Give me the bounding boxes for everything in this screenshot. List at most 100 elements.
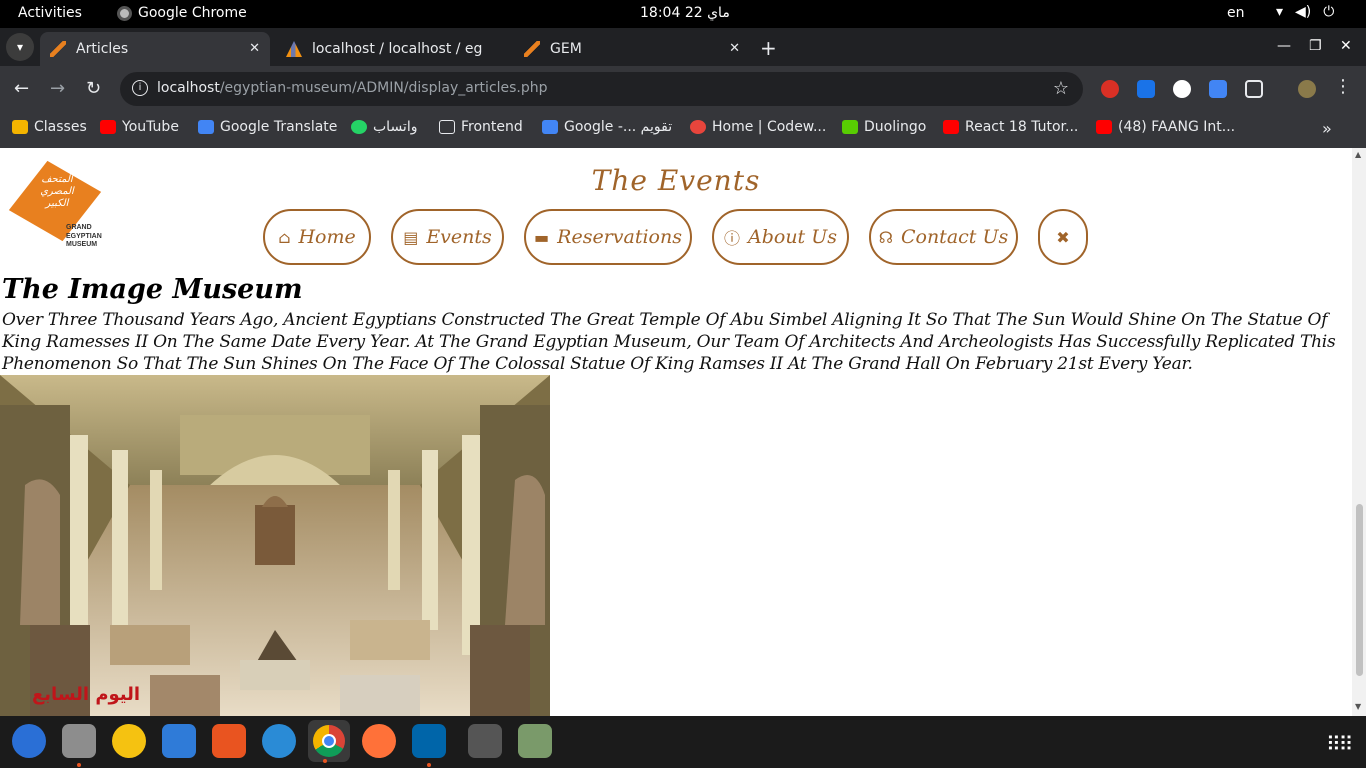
info-icon: ⓘ [723,229,740,248]
url-text[interactable]: localhost/egyptian-museum/ADMIN/display_… [157,80,548,96]
firefox-icon[interactable] [362,724,396,758]
nav-about-button[interactable]: ⓘ About Us [712,209,849,265]
museum-hall-photo: اليوم السابع [0,375,550,716]
activities-button[interactable]: Activities [18,5,82,21]
youtube-icon [1096,120,1112,134]
address-bar[interactable]: i localhost/egyptian-museum/ADMIN/displa… [120,72,1083,106]
thunderbird-icon[interactable] [12,724,46,758]
forward-arrow-icon[interactable]: → [50,78,65,99]
translate-icon [198,120,214,134]
system-tray[interactable]: ▾ ◀) ⏻ [1276,4,1334,20]
pen-favicon-icon [50,41,66,57]
app-name: Google Chrome [138,5,247,21]
keyboard-language[interactable]: en [1227,5,1245,21]
tab-title: GEM [550,41,582,57]
volume-icon: ◀) [1295,4,1312,20]
page-scrollbar[interactable]: ▲ ▼ [1352,148,1366,716]
scroll-down-icon[interactable]: ▼ [1355,702,1361,711]
reload-icon[interactable]: ↻ [86,78,101,99]
system-top-bar: Activities Google Chrome ماي 22 18:04 en… [0,0,1366,28]
back-arrow-icon[interactable]: ← [14,78,29,99]
ubuntu-dock: ⠿⠿ [0,716,1366,768]
bookmark-item[interactable]: Home | Codew... [690,119,826,135]
duolingo-icon [842,120,858,134]
calendar-icon [542,120,558,134]
writer-icon[interactable] [162,724,196,758]
more-bookmarks-icon[interactable]: » [1322,119,1332,138]
chrome-icon [117,5,132,21]
wifi-icon: ▾ [1276,4,1284,20]
bookmark-item[interactable]: React 18 Tutor... [943,119,1078,135]
close-window-button[interactable]: ✕ [1340,38,1352,54]
home-icon: ⌂ [278,227,291,247]
youtube-icon [943,120,959,134]
logo-english-text: GRAND EGYPTIAN MUSEUM [66,224,102,248]
profile-avatar[interactable] [1298,80,1316,98]
article-title: The Image Museum [2,274,303,305]
tab-phpmyadmin[interactable]: localhost / localhost / eg [276,32,512,66]
bookmark-star-icon[interactable]: ☆ [1053,78,1069,99]
nav-contact-button[interactable]: ☊ Contact Us [869,209,1018,265]
tab-gem[interactable]: GEM ✕ [514,32,750,66]
nav-home-button[interactable]: ⌂ Home [263,209,371,265]
close-tab-icon[interactable]: ✕ [729,41,740,56]
page-heading: The Events [591,164,761,197]
bookmark-item[interactable]: واتساب [351,119,417,135]
chrome-dock-icon[interactable] [308,720,350,763]
site-info-icon[interactable]: i [132,80,148,96]
new-tab-button[interactable]: + [760,36,777,60]
extension-icon[interactable] [1173,80,1191,98]
bookmark-folder[interactable]: Frontend [439,119,523,135]
vscode-icon[interactable] [412,724,446,767]
bookmark-item[interactable]: (48) FAANG Int... [1096,119,1235,135]
page-viewport: المتحف المصري الكبير GRAND EGYPTIAN MUSE… [0,148,1352,716]
nav-events-button[interactable]: ▤ Events [391,209,504,265]
youtube-icon [100,120,116,134]
app-menu[interactable]: Google Chrome [117,5,247,21]
phpmyadmin-favicon-icon [286,41,302,57]
extension-icon[interactable] [1101,80,1119,98]
tab-title: localhost / localhost / eg [312,41,482,57]
newspaper-icon: ▤ [403,227,419,247]
tab-search-button[interactable]: ▾ [6,33,34,61]
bookmark-item[interactable]: Google -... تقويم [542,119,672,135]
files-icon[interactable] [62,724,96,767]
clock[interactable]: ماي 22 18:04 [640,5,730,21]
pen-favicon-icon [524,41,540,57]
nav-reservations-button[interactable]: ▬ Reservations [524,209,692,265]
translate-extension-icon[interactable] [1209,80,1227,98]
article-image-museum-hall: اليوم السابع [0,375,550,716]
scroll-up-icon[interactable]: ▲ [1355,150,1361,159]
bookmark-item[interactable]: Classes [12,119,87,135]
ticket-icon: ▬ [534,227,550,247]
app-center-icon[interactable] [212,724,246,758]
ssd-drive-icon[interactable] [468,724,502,758]
minimize-button[interactable]: — [1277,38,1291,54]
tab-articles[interactable]: Articles ✕ [40,32,270,66]
kebab-menu-icon[interactable]: ⋮ [1334,76,1352,97]
maximize-button[interactable]: ❐ [1309,38,1322,54]
rhythmbox-icon[interactable] [112,724,146,758]
extension-icon[interactable] [1137,80,1155,98]
codewars-icon [690,120,706,134]
image-watermark: اليوم السابع [32,684,140,705]
article-body: Over Three Thousand Years Ago, Ancient E… [2,310,1336,374]
help-icon[interactable] [262,724,296,758]
close-tab-icon[interactable]: ✕ [249,41,260,56]
show-apps-icon[interactable]: ⠿⠿ [1326,732,1353,756]
bookmark-item[interactable]: Google Translate [198,119,337,135]
nav-admin-tools-button[interactable]: ✖ [1038,209,1088,265]
browser-toolbar: ← → ↻ i localhost/egyptian-museum/ADMIN/… [0,66,1366,112]
bookmark-item[interactable]: YouTube [100,119,179,135]
puzzle-extensions-icon[interactable] [1245,80,1263,98]
tools-icon: ✖ [1056,227,1070,247]
tab-title: Articles [76,41,129,57]
classroom-icon [12,120,28,134]
folder-icon [439,120,455,134]
bookmark-item[interactable]: Duolingo [842,119,926,135]
trash-icon[interactable] [518,724,552,758]
bookmarks-bar: Classes YouTube Google Translate واتساب … [0,112,1366,148]
scrollbar-thumb[interactable] [1356,504,1363,676]
whatsapp-icon [351,120,367,134]
tab-strip: ▾ Articles ✕ localhost / localhost / eg … [0,28,1366,66]
